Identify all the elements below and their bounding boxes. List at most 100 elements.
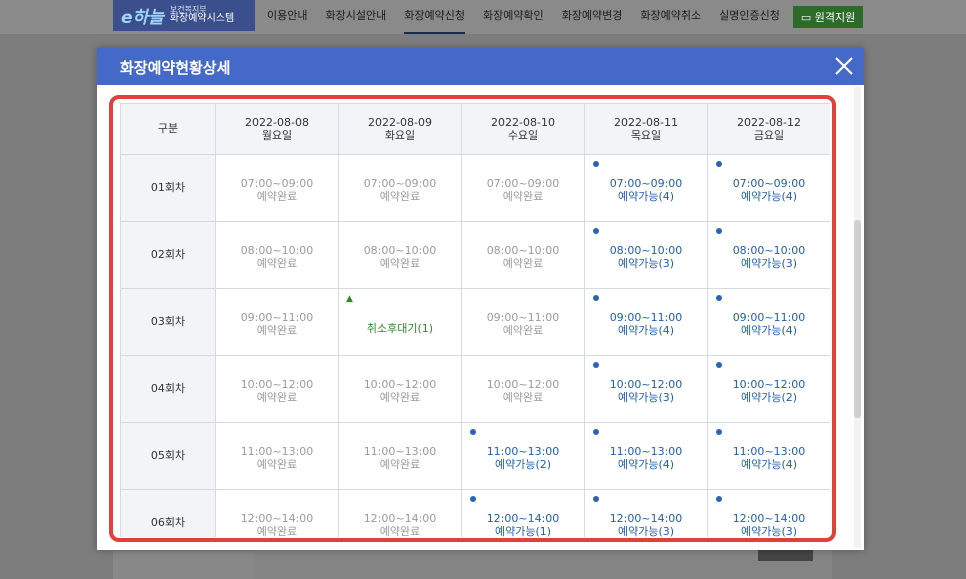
- close-button[interactable]: [832, 54, 856, 78]
- slot-time: 12:00~14:00: [363, 512, 437, 526]
- column-header: 2022-08-08 월요일: [215, 103, 339, 155]
- site-logo[interactable]: e하늘 보건복지부 화장예약시스템: [113, 0, 255, 31]
- slot-status: 예약가능(2): [740, 391, 798, 404]
- slot-cell[interactable]: 12:00~14:00 예약가능(3): [584, 489, 708, 537]
- slot-content: 10:00~12:00 예약완료: [339, 373, 461, 404]
- site-header: e하늘 보건복지부 화장예약시스템 이용안내 화장시설안내 화장예약신청 화장예…: [0, 0, 966, 34]
- slot-status: 예약완료: [256, 324, 298, 337]
- nav-reservation-cancel[interactable]: 화장예약취소: [640, 0, 701, 34]
- slot-status: 예약완료: [502, 257, 544, 270]
- slot-content: 09:00~11:00 예약가능(4): [708, 306, 830, 337]
- close-icon: [835, 57, 853, 75]
- slot-status: 예약가능(4): [617, 324, 675, 337]
- slot-content: 11:00~13:00 예약가능(2): [462, 440, 584, 471]
- table-row: 01회차 07:00~09:00 예약완료 07:00~09:00 예약완료 07:00~…: [120, 154, 830, 222]
- slot-status: 예약가능(4): [740, 458, 798, 471]
- nav-usage-guide[interactable]: 이용안내: [267, 0, 307, 34]
- modal-title: 화장예약현황상세: [120, 59, 231, 77]
- slot-status: 예약완료: [379, 391, 421, 404]
- corner-header: 구분: [120, 103, 216, 155]
- logo-mark: e하늘: [121, 8, 164, 28]
- nav-real-name-auth[interactable]: 실명인증신청: [719, 0, 780, 34]
- slot-cell[interactable]: 07:00~09:00 예약가능(4): [707, 154, 830, 222]
- slot-time: 07:00~09:00: [609, 177, 683, 191]
- slot-status: 예약가능(4): [617, 458, 675, 471]
- column-day: 목요일: [630, 129, 662, 142]
- slot-content: 08:00~10:00 예약완료: [216, 239, 338, 270]
- slot-status: 예약완료: [379, 525, 421, 537]
- slot-status: 예약완료: [502, 391, 544, 404]
- slot-time: 10:00~12:00: [732, 378, 806, 392]
- modal-scrollbar[interactable]: [854, 87, 861, 548]
- slot-cell[interactable]: 09:00~11:00 예약가능(4): [707, 288, 830, 356]
- monitor-icon: ▭: [800, 11, 812, 24]
- modal-body: 구분 2022-08-08 월요일 2022-08-09 화요일 2022-08-1…: [97, 85, 864, 550]
- slot-cell: 09:00~11:00 예약완료: [461, 288, 585, 356]
- slot-cell[interactable]: 09:00~11:00 예약가능(4): [584, 288, 708, 356]
- slot-status: 예약가능(3): [740, 525, 798, 537]
- slot-time: 08:00~10:00: [732, 244, 806, 258]
- slot-cell[interactable]: 07:00~09:00 예약가능(4): [584, 154, 708, 222]
- triangle-icon: ▲: [346, 294, 353, 304]
- slot-cell[interactable]: 10:00~12:00 예약가능(2): [707, 355, 830, 423]
- slot-cell: 08:00~10:00 예약완료: [338, 221, 462, 289]
- slot-content: 12:00~14:00 예약가능(1): [462, 507, 584, 537]
- dot-icon: [593, 429, 599, 435]
- schedule-table-container[interactable]: 구분 2022-08-08 월요일 2022-08-09 화요일 2022-08-1…: [120, 103, 830, 537]
- slot-content: 09:00~11:00 예약완료: [462, 306, 584, 337]
- slot-cell[interactable]: ▲ 취소후대기(1): [338, 288, 462, 356]
- slot-content: 12:00~14:00 예약완료: [216, 507, 338, 537]
- slot-status: 예약완료: [379, 257, 421, 270]
- main-nav: 이용안내 화장시설안내 화장예약신청 화장예약확인 화장예약변경 화장예약취소 …: [258, 0, 864, 34]
- column-day: 화요일: [384, 129, 416, 142]
- dot-icon: [470, 496, 476, 502]
- slot-time: 11:00~13:00: [609, 445, 683, 459]
- slot-time: 07:00~09:00: [363, 177, 437, 191]
- column-date: 2022-08-09: [368, 115, 432, 129]
- slot-cell: 07:00~09:00 예약완료: [215, 154, 339, 222]
- nav-facility-guide[interactable]: 화장시설안내: [325, 0, 386, 34]
- remote-support-button[interactable]: ▭ 원격지원: [792, 6, 864, 28]
- slot-content: 12:00~14:00 예약완료: [339, 507, 461, 537]
- slot-cell[interactable]: 11:00~13:00 예약가능(4): [707, 422, 830, 490]
- slot-cell[interactable]: 12:00~14:00 예약가능(3): [707, 489, 830, 537]
- slot-cell[interactable]: 11:00~13:00 예약가능(2): [461, 422, 585, 490]
- slot-content: 07:00~09:00 예약가능(4): [708, 172, 830, 203]
- slot-time: 07:00~09:00: [732, 177, 806, 191]
- round-label: 05회차: [120, 422, 216, 490]
- slot-cell[interactable]: 08:00~10:00 예약가능(3): [707, 221, 830, 289]
- slot-status: 예약가능(3): [617, 257, 675, 270]
- slot-content: 10:00~12:00 예약완료: [462, 373, 584, 404]
- slot-status: 예약가능(4): [740, 190, 798, 203]
- nav-reservation-check[interactable]: 화장예약확인: [483, 0, 544, 34]
- round-label: 03회차: [120, 288, 216, 356]
- slot-cell: 10:00~12:00 예약완료: [461, 355, 585, 423]
- slot-cell: 11:00~13:00 예약완료: [215, 422, 339, 490]
- dot-icon: [716, 362, 722, 368]
- slot-cell: 10:00~12:00 예약완료: [338, 355, 462, 423]
- slot-cell[interactable]: 11:00~13:00 예약가능(4): [584, 422, 708, 490]
- column-date: 2022-08-10: [491, 115, 555, 129]
- slot-content: 12:00~14:00 예약가능(3): [708, 507, 830, 537]
- scrollbar-thumb[interactable]: [854, 220, 861, 418]
- slot-status: 예약완료: [502, 324, 544, 337]
- slot-time: 07:00~09:00: [486, 177, 560, 191]
- slot-status: 예약가능(3): [617, 525, 675, 537]
- slot-content: 08:00~10:00 예약가능(3): [708, 239, 830, 270]
- slot-time: 12:00~14:00: [240, 512, 314, 526]
- dot-icon: [470, 429, 476, 435]
- nav-reservation-apply[interactable]: 화장예약신청: [404, 0, 465, 34]
- slot-cell[interactable]: 08:00~10:00 예약가능(3): [584, 221, 708, 289]
- nav-reservation-change[interactable]: 화장예약변경: [562, 0, 623, 34]
- slot-cell[interactable]: 10:00~12:00 예약가능(3): [584, 355, 708, 423]
- table-row: 04회차 10:00~12:00 예약완료 10:00~12:00 예약완료 10:00~…: [120, 355, 830, 423]
- slot-content: 08:00~10:00 예약완료: [462, 239, 584, 270]
- column-header: 2022-08-10 수요일: [461, 103, 585, 155]
- slot-cell[interactable]: 12:00~14:00 예약가능(1): [461, 489, 585, 537]
- slot-time: 08:00~10:00: [486, 244, 560, 258]
- modal-header: 화장예약현황상세: [97, 48, 864, 85]
- slot-content: 08:00~10:00 예약가능(3): [585, 239, 707, 270]
- remote-support-label: 원격지원: [814, 11, 856, 24]
- column-date: 2022-08-08: [245, 115, 309, 129]
- slot-status: 예약가능(3): [617, 391, 675, 404]
